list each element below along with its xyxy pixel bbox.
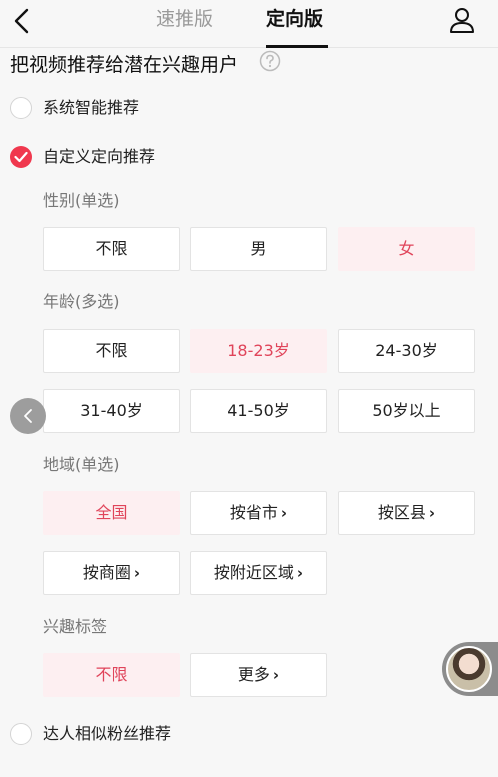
region-option-district[interactable]: 按区县 › [338, 491, 475, 535]
chevron-right-icon: › [296, 564, 304, 582]
chevron-right-icon: › [133, 564, 141, 582]
gender-option-male[interactable]: 男 [190, 227, 327, 271]
chevron-left-icon [14, 8, 29, 34]
radio-checked-icon[interactable] [10, 146, 32, 168]
section-title: 把视频推荐给潜在兴趣用户 [10, 54, 239, 76]
back-button[interactable] [10, 6, 34, 36]
region-option-nearby[interactable]: 按附近区域 › [190, 551, 327, 595]
tab-quick-promote[interactable]: 速推版 [156, 6, 213, 36]
interest-option-label: 更多 [237, 665, 270, 684]
region-option-province-city[interactable]: 按省市 › [190, 491, 327, 535]
interest-option-more[interactable]: 更多 › [190, 653, 327, 697]
interest-option-any[interactable]: 不限 [43, 653, 180, 697]
radio-unchecked-icon[interactable] [10, 97, 32, 119]
checkmark-icon [14, 151, 28, 163]
age-option-24-30[interactable]: 24-30岁 [338, 329, 475, 373]
region-option-nationwide[interactable]: 全国 [43, 491, 180, 535]
question-circle-icon [259, 50, 281, 72]
chevron-right-icon: › [272, 666, 280, 684]
mode-custom-label: 自定义定向推荐 [43, 147, 156, 166]
side-collapse-button[interactable] [10, 398, 46, 434]
age-option-41-50[interactable]: 41-50岁 [190, 389, 327, 433]
gender-option-female[interactable]: 女 [338, 227, 475, 271]
region-option-business-area[interactable]: 按商圈 › [43, 551, 180, 595]
chevron-right-icon: › [428, 504, 436, 522]
age-option-50-plus[interactable]: 50岁以上 [338, 389, 475, 433]
chevron-left-icon [24, 409, 32, 423]
active-tab-indicator [266, 45, 328, 48]
tab-targeted-promote[interactable]: 定向版 [266, 6, 323, 36]
age-label: 年龄(多选) [43, 292, 120, 311]
age-option-18-23[interactable]: 18-23岁 [190, 329, 327, 373]
age-option-31-40[interactable]: 31-40岁 [43, 389, 180, 433]
region-label: 地域(单选) [43, 455, 120, 474]
top-nav-bar: 速推版 定向版 [0, 0, 498, 48]
region-option-label: 按省市 [229, 503, 278, 522]
age-option-any[interactable]: 不限 [43, 329, 180, 373]
radio-unchecked-icon[interactable] [10, 723, 32, 745]
mode-system-label: 系统智能推荐 [43, 98, 140, 117]
avatar [446, 646, 492, 692]
interest-label: 兴趣标签 [43, 617, 108, 636]
user-button[interactable] [448, 5, 476, 35]
region-option-label: 按附近区域 [213, 563, 294, 582]
floating-assistant-button[interactable] [442, 642, 498, 696]
region-option-label: 按区县 [377, 503, 426, 522]
region-option-label: 按商圈 [82, 563, 131, 582]
gender-option-any[interactable]: 不限 [43, 227, 180, 271]
user-icon [450, 8, 474, 33]
help-button[interactable] [259, 50, 281, 72]
mode-lookalike-label: 达人相似粉丝推荐 [43, 724, 172, 743]
gender-label: 性别(单选) [43, 191, 120, 210]
chevron-right-icon: › [280, 504, 288, 522]
